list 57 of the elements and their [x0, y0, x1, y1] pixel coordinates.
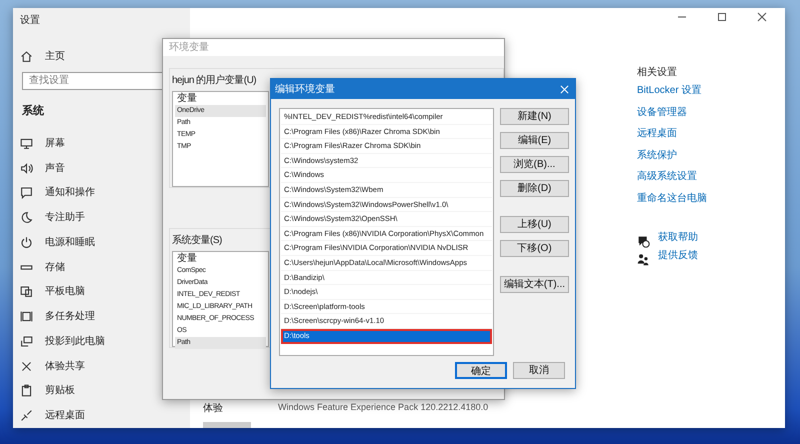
close-icon[interactable] — [757, 12, 767, 22]
monitor-icon — [20, 136, 33, 150]
settings-link[interactable]: 重命名这台电脑 — [637, 192, 707, 204]
power-icon — [20, 236, 33, 249]
sidebar-item[interactable]: 专注助手 — [13, 205, 89, 230]
dialog-button[interactable]: 删除(D) — [500, 180, 569, 197]
moon-icon — [20, 211, 33, 224]
info-value: Windows Feature Experience Pack 120.2212.4180.0 — [278, 401, 488, 414]
maximize-icon[interactable] — [717, 12, 727, 22]
sidebar-item[interactable]: 多任务处理 — [13, 304, 99, 329]
dialog-button[interactable]: 新建(N) — [500, 108, 569, 125]
speaker-icon — [20, 162, 33, 175]
sidebar-item[interactable]: 投影到此电脑 — [13, 328, 109, 354]
dialog-title: 环境变量 — [169, 40, 209, 55]
settings-link[interactable]: 设备管理器 — [637, 106, 687, 118]
sidebar-item[interactable]: 远程桌面 — [13, 403, 89, 428]
people-icon — [637, 252, 650, 266]
dialog-button[interactable]: 编辑文本(T)... — [500, 276, 569, 293]
settings-link[interactable]: 远程桌面 — [637, 127, 677, 140]
ok-button[interactable]: 确定 — [455, 362, 507, 379]
cancel-button[interactable]: 取消 — [513, 362, 565, 379]
dialog-button[interactable]: 上移(U) — [500, 216, 569, 233]
tablet-icon — [20, 285, 33, 298]
sidebar-item[interactable]: 体验共享 — [13, 354, 89, 378]
help-link[interactable]: 提供反馈 — [658, 248, 698, 262]
info-label: 体验 — [203, 402, 224, 416]
sidebar-item[interactable]: 声音 — [13, 156, 69, 181]
dialog-button[interactable]: 浏览(B)... — [500, 156, 569, 173]
home-icon — [20, 50, 33, 63]
search-field[interactable]: 查找设置 — [22, 72, 164, 90]
clipboard-icon — [20, 384, 33, 398]
sidebar-item[interactable]: 平板电脑 — [13, 280, 89, 304]
section-heading: 系统 — [21, 104, 44, 119]
sidebar-item[interactable]: 屏幕 — [13, 131, 69, 156]
dialog-title: 编辑环境变量 — [275, 82, 335, 96]
sidebar-item[interactable]: 剪贴板 — [13, 378, 79, 404]
column-header: 变量 — [176, 253, 198, 265]
related-heading: 相关设置 — [637, 66, 677, 80]
sidebar-item[interactable]: 通知和操作 — [13, 180, 99, 206]
column-header: 变量 — [176, 93, 198, 105]
sidebar-item[interactable]: 存储 — [13, 254, 69, 280]
dialog-button[interactable]: 下移(O) — [500, 240, 569, 257]
sidebar-item[interactable]: 电源和睡眠 — [13, 230, 99, 255]
settings-link[interactable]: 高级系统设置 — [637, 170, 697, 183]
settings-link[interactable]: 系统保护 — [637, 148, 677, 162]
message-icon — [20, 186, 33, 200]
window-icon — [20, 310, 33, 324]
dialog-button[interactable]: 编辑(E) — [500, 132, 569, 149]
home-link[interactable]: 主页 — [13, 44, 69, 69]
window-title: 设置 — [19, 14, 40, 28]
help-icon — [637, 235, 650, 248]
path-list[interactable] — [279, 108, 494, 356]
group-label: hejun 的用户变量(U) — [172, 74, 256, 88]
screen-icon — [20, 334, 33, 348]
help-link[interactable]: 获取帮助 — [658, 231, 698, 244]
group-label: 系统变量(S) — [172, 234, 222, 248]
settings-link[interactable]: BitLocker 设置 — [637, 84, 702, 97]
